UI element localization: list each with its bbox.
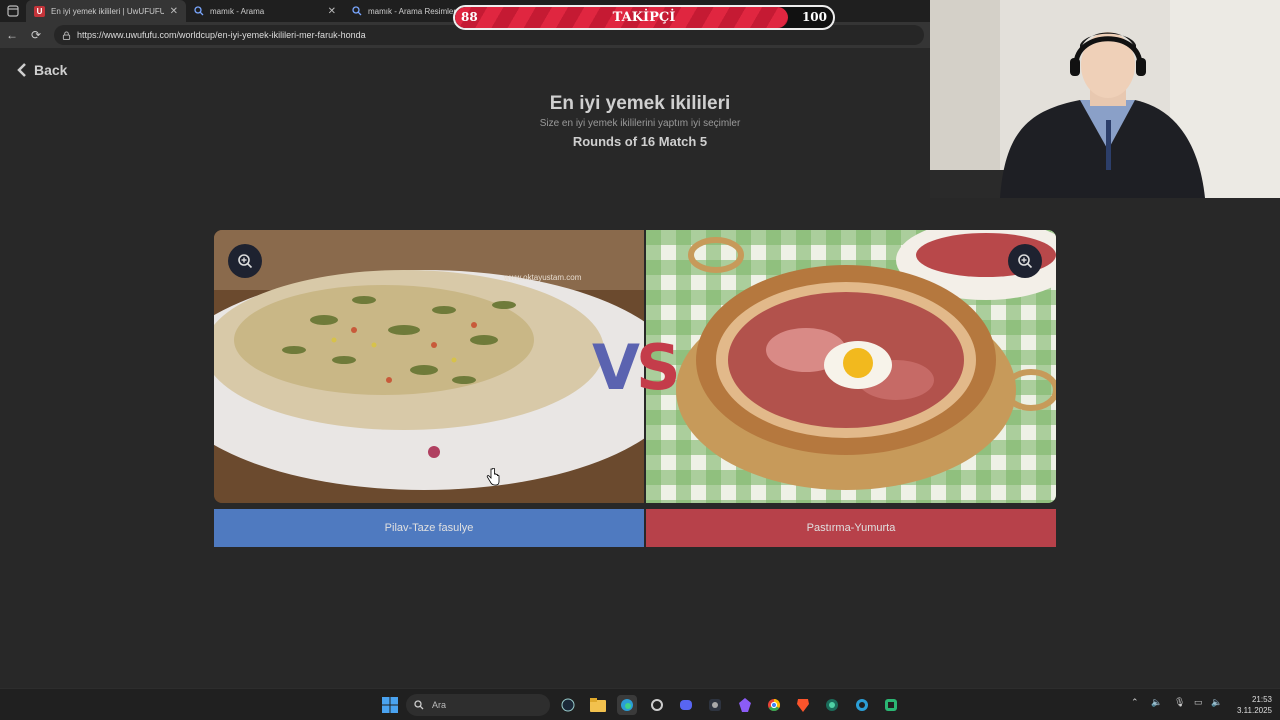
volume-icon[interactable]: 🔈 bbox=[1211, 697, 1222, 708]
file-explorer-icon[interactable] bbox=[588, 695, 608, 715]
left-choice-button[interactable]: Pilav-Taze fasulye bbox=[214, 509, 644, 547]
clock-time: 21:53 bbox=[1251, 695, 1272, 704]
follower-goal-bar: 88 TAKİPÇİ 100 bbox=[453, 5, 835, 30]
vs-letter-s: S bbox=[635, 331, 681, 404]
windows-start-icon[interactable] bbox=[380, 695, 400, 715]
goal-target: 100 bbox=[801, 10, 827, 24]
search-icon bbox=[414, 700, 424, 710]
edge-browser-icon[interactable] bbox=[617, 695, 637, 715]
discord-icon[interactable] bbox=[676, 695, 696, 715]
rice-beans-photo: www.oktayustam.com bbox=[214, 230, 644, 503]
windows-taskbar: Ara ⌃ 🔈 🎙 ▭ 🔈 21:53 3.11.2025 bbox=[0, 688, 1280, 720]
webcam-feed bbox=[930, 0, 1280, 198]
right-choice-image[interactable] bbox=[646, 230, 1056, 503]
display-icon[interactable]: ▭ bbox=[1194, 697, 1203, 708]
streamer-webcam-image bbox=[930, 0, 1280, 198]
tab-label: mamık - Arama bbox=[210, 6, 265, 16]
taskbar-search[interactable]: Ara bbox=[406, 694, 550, 716]
davinci-icon[interactable] bbox=[705, 695, 725, 715]
steam-icon[interactable] bbox=[558, 695, 578, 715]
speaker-icon[interactable]: 🔈 bbox=[1151, 697, 1162, 708]
chrome-icon[interactable] bbox=[764, 695, 784, 715]
right-choice-button[interactable]: Pastırma-Yumurta bbox=[646, 509, 1056, 547]
vs-label: VS bbox=[592, 331, 692, 404]
zoom-in-icon[interactable] bbox=[228, 244, 262, 278]
clock-date: 3.11.2025 bbox=[1237, 706, 1272, 715]
hand-cursor-icon bbox=[486, 468, 500, 486]
goal-label: TAKİPÇİ bbox=[612, 10, 676, 25]
app-gear-icon[interactable] bbox=[647, 695, 667, 715]
image-watermark: www.oktayustam.com bbox=[503, 273, 582, 282]
tab-uwufufu[interactable]: U En iyi yemek ikilileri | UwUFUFU ✕ bbox=[26, 0, 186, 22]
back-button[interactable]: Back bbox=[16, 62, 67, 78]
back-arrow-icon[interactable]: ← bbox=[0, 22, 24, 48]
back-label: Back bbox=[34, 62, 68, 78]
zoom-in-icon[interactable] bbox=[1008, 244, 1042, 278]
copilot-icon[interactable] bbox=[852, 695, 872, 715]
search-favicon-icon bbox=[352, 6, 362, 16]
system-clock[interactable]: 21:53 3.11.2025 bbox=[1237, 694, 1272, 716]
close-tab-icon[interactable]: ✕ bbox=[170, 6, 178, 17]
tab-search-1[interactable]: mamık - Arama ✕ bbox=[186, 0, 344, 22]
tab-label: En iyi yemek ikilileri | UwUFUFU bbox=[51, 6, 164, 16]
taskbar-search-placeholder: Ara bbox=[432, 700, 447, 710]
microphone-icon[interactable]: 🎙 bbox=[1174, 697, 1185, 708]
brave-icon[interactable] bbox=[793, 695, 813, 715]
vs-letter-v: V bbox=[592, 331, 640, 404]
site-info-icon[interactable] bbox=[62, 30, 71, 40]
chevron-left-icon bbox=[17, 63, 26, 77]
app-circle-icon[interactable] bbox=[822, 695, 842, 715]
search-favicon-icon bbox=[194, 6, 204, 16]
pastrami-egg-photo bbox=[646, 230, 1056, 503]
left-choice-image[interactable]: www.oktayustam.com bbox=[214, 230, 644, 503]
refresh-icon[interactable]: ⟳ bbox=[24, 22, 48, 48]
close-tab-icon[interactable]: ✕ bbox=[328, 6, 336, 17]
tab-actions-icon[interactable] bbox=[0, 0, 26, 22]
app-green-icon[interactable] bbox=[881, 695, 901, 715]
uwufufu-favicon-icon: U bbox=[34, 5, 45, 17]
url-text: https://www.uwufufu.com/worldcup/en-iyi-… bbox=[77, 30, 366, 40]
obsidian-icon[interactable] bbox=[735, 695, 755, 715]
chevron-up-icon[interactable]: ⌃ bbox=[1131, 697, 1139, 708]
